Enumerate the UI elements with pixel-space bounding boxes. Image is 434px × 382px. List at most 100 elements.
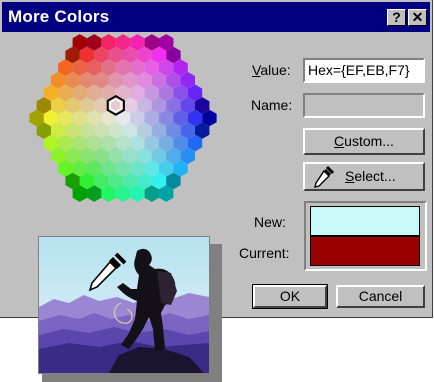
help-button[interactable]: ? xyxy=(387,9,406,26)
color-cell[interactable] xyxy=(151,147,167,165)
color-cell[interactable] xyxy=(180,147,195,165)
color-cell[interactable] xyxy=(87,59,102,76)
color-cell[interactable] xyxy=(79,46,95,64)
color-cell[interactable] xyxy=(115,109,131,127)
color-cell[interactable] xyxy=(130,134,145,152)
color-cell[interactable] xyxy=(166,147,181,165)
color-cell[interactable] xyxy=(159,109,174,127)
color-cell[interactable] xyxy=(51,97,66,114)
color-cell[interactable] xyxy=(115,185,131,202)
color-cell[interactable] xyxy=(79,122,95,139)
color-cell[interactable] xyxy=(101,134,116,152)
color-cell[interactable] xyxy=(173,84,188,102)
color-cell[interactable] xyxy=(36,97,51,114)
color-cell[interactable] xyxy=(108,71,123,89)
color-cell[interactable] xyxy=(195,97,210,114)
color-cell[interactable] xyxy=(159,160,174,177)
color-cell[interactable] xyxy=(123,147,138,165)
color-cell[interactable] xyxy=(115,84,131,102)
color-cell[interactable] xyxy=(36,122,51,139)
color-cell[interactable] xyxy=(166,71,181,89)
color-cell[interactable] xyxy=(115,160,131,177)
color-cell[interactable] xyxy=(144,134,159,152)
color-cell[interactable] xyxy=(180,71,195,89)
name-input[interactable] xyxy=(303,93,425,118)
custom-button[interactable]: Custom... xyxy=(303,128,425,155)
color-cell[interactable] xyxy=(130,185,145,202)
color-cell[interactable] xyxy=(94,122,109,139)
color-cell[interactable] xyxy=(130,34,145,51)
color-cell[interactable] xyxy=(108,46,123,64)
color-cell[interactable] xyxy=(87,134,102,152)
color-cell[interactable] xyxy=(173,134,188,152)
color-cell[interactable] xyxy=(87,109,102,127)
color-cell[interactable] xyxy=(137,46,152,64)
color-cell[interactable] xyxy=(144,109,159,127)
color-cell[interactable] xyxy=(79,97,95,114)
color-cell[interactable] xyxy=(130,160,145,177)
color-cell[interactable] xyxy=(166,97,181,114)
color-cell[interactable] xyxy=(87,160,102,177)
color-cell[interactable] xyxy=(94,147,109,165)
color-cell[interactable] xyxy=(94,172,109,190)
color-cell[interactable] xyxy=(72,134,87,152)
color-cell[interactable] xyxy=(130,84,145,102)
color-cell[interactable] xyxy=(58,84,73,102)
color-cell[interactable] xyxy=(180,122,195,139)
color-cell[interactable] xyxy=(65,46,80,64)
color-cell[interactable] xyxy=(87,84,102,102)
color-cell[interactable] xyxy=(187,134,203,152)
color-cell[interactable] xyxy=(137,172,152,190)
color-cell[interactable] xyxy=(151,71,167,89)
color-cell[interactable] xyxy=(108,172,123,190)
color-cell[interactable] xyxy=(65,71,80,89)
color-cell[interactable] xyxy=(51,71,66,89)
color-cell[interactable] xyxy=(115,34,131,51)
color-cell[interactable] xyxy=(72,34,87,51)
select-button[interactable]: Select... xyxy=(303,162,425,191)
color-cell[interactable] xyxy=(202,109,217,127)
color-cell[interactable] xyxy=(101,59,116,76)
color-cell[interactable] xyxy=(65,147,80,165)
color-cell[interactable] xyxy=(130,109,145,127)
cancel-button[interactable]: Cancel xyxy=(336,285,425,308)
color-cell[interactable] xyxy=(144,59,159,76)
color-cell[interactable] xyxy=(72,109,87,127)
color-cell[interactable] xyxy=(94,97,109,114)
color-cell[interactable] xyxy=(43,84,59,102)
color-cell[interactable] xyxy=(151,122,167,139)
color-cell[interactable] xyxy=(65,172,80,190)
color-cell[interactable] xyxy=(87,185,102,202)
color-cell[interactable] xyxy=(166,172,181,190)
color-cell[interactable] xyxy=(58,109,73,127)
color-cell[interactable] xyxy=(108,122,123,139)
color-cell[interactable] xyxy=(65,97,80,114)
color-cell[interactable] xyxy=(159,59,174,76)
color-cell[interactable] xyxy=(195,122,210,139)
color-cell[interactable] xyxy=(144,84,159,102)
color-cell[interactable] xyxy=(137,147,152,165)
color-cell[interactable] xyxy=(187,84,203,102)
value-input[interactable]: Hex={EF,EB,F7} xyxy=(303,58,425,83)
color-cell[interactable] xyxy=(115,59,131,76)
close-button[interactable]: ✕ xyxy=(408,9,427,26)
ok-button[interactable]: OK xyxy=(252,284,328,309)
color-cell[interactable] xyxy=(79,71,95,89)
color-cell[interactable] xyxy=(151,97,167,114)
color-cell[interactable] xyxy=(173,109,188,127)
color-cell[interactable] xyxy=(123,97,138,114)
color-cell[interactable] xyxy=(51,122,66,139)
color-cell[interactable] xyxy=(123,172,138,190)
color-cell[interactable] xyxy=(51,147,66,165)
color-cell[interactable] xyxy=(159,84,174,102)
color-cell[interactable] xyxy=(123,46,138,64)
color-cell[interactable] xyxy=(144,34,159,51)
color-cell[interactable] xyxy=(137,122,152,139)
color-cell[interactable] xyxy=(180,97,195,114)
color-cell[interactable] xyxy=(58,59,73,76)
color-cell[interactable] xyxy=(108,147,123,165)
color-cell[interactable] xyxy=(166,46,181,64)
color-cell[interactable] xyxy=(151,172,167,190)
color-cell[interactable] xyxy=(144,185,159,202)
color-cell[interactable] xyxy=(79,172,95,190)
